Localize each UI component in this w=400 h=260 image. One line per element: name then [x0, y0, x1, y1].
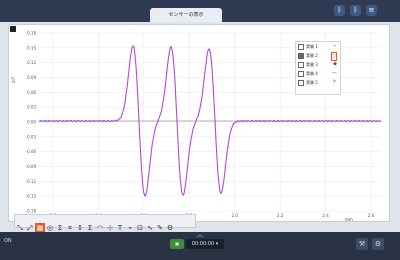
bluetooth-icon[interactable]: ᛒ [334, 5, 345, 16]
x-tick-label: 2.4 [322, 213, 329, 218]
settings-icon[interactable]: ⚙ [372, 238, 384, 250]
legend-checkbox[interactable] [298, 62, 304, 68]
legend-marker-icon: + [332, 43, 337, 49]
legend-checkbox[interactable] [298, 53, 304, 59]
legend-marker-icon: ◆ [333, 61, 337, 67]
y-tick-label: -0.06 [26, 149, 37, 154]
legend-label: 実験 4 [306, 71, 318, 76]
time-display[interactable]: 00:00:00 ▾ [186, 239, 224, 249]
legend-checkbox[interactable] [298, 80, 304, 86]
y-tick-labels: 0.18 0.15 0.12 0.09 0.06 0.03 0.00 -0.03 -0.06 -0… [26, 31, 37, 214]
legend-item[interactable]: 実験 5 ＊ [296, 78, 340, 87]
legend-label: 実験 5 [306, 80, 318, 85]
y-tick-label: 0.03 [27, 105, 36, 110]
y-tick-label: -0.03 [26, 134, 37, 139]
y-tick-label: -0.18 [26, 209, 37, 214]
y-tick-label: 0.15 [27, 45, 36, 50]
graph-toolbar: ⤡ ⤢ ▦ ◎ Σ ⌗ ↕ Σ ◠ ⊹ T ⌁ ⊡ ∿ ✎ ⚙ [14, 214, 196, 233]
y-tick-label: -0.12 [26, 179, 37, 184]
window-title-tab[interactable]: センサーの表示 [150, 8, 222, 22]
legend-item[interactable]: 実験 1 + [296, 42, 340, 51]
y-tick-label: 0.18 [27, 31, 36, 36]
y-tick-label: 0.09 [27, 75, 36, 80]
x-tick-label: 2.2 [277, 213, 284, 218]
y-tick-label: 0.00 [27, 120, 36, 125]
y-tick-label: 0.06 [27, 90, 36, 95]
top-bar: センサーの表示 ᛒ ᛒ ≡ [0, 0, 400, 22]
y-tick-label: -0.09 [26, 164, 37, 169]
graph-panel: mT mm 0.18 0.15 0.12 0.09 0.06 0.03 0.00 -0.03-… [8, 24, 390, 222]
tools-icon[interactable]: ⚒ [356, 238, 368, 250]
legend-checkbox[interactable] [298, 44, 304, 50]
y-tick-label: -0.15 [26, 194, 37, 199]
sensor-toggle[interactable]: ON [4, 238, 34, 250]
app-screen: センサーの表示 ᛒ ᛒ ≡ mT mm 0.18 0.15 0.12 0.09 0.06… [0, 0, 400, 260]
y-tick-label: 0.12 [27, 60, 36, 65]
x-tick-label: 2.6 [368, 213, 375, 218]
legend-marker-icon: ＊ [331, 79, 337, 85]
record-button[interactable]: ■ [170, 239, 184, 249]
legend-item[interactable]: 実験 3 ◆ [296, 60, 340, 69]
legend-marker-icon: — [332, 70, 337, 76]
legend-item[interactable]: 実験 2 ○ [296, 51, 340, 61]
menu-icon[interactable]: ≡ [366, 5, 377, 16]
legend-checkbox[interactable] [298, 71, 304, 77]
bluetooth-icon-2[interactable]: ᛒ [350, 5, 361, 16]
legend-label: 実験 3 [306, 62, 318, 67]
bottom-bar: ON ︿ ■ 00:00:00 ▾ ⚒ ⚙ [0, 232, 400, 260]
x-tick-label: 2.0 [232, 213, 239, 218]
sensor-toggle-label: ON [4, 238, 12, 244]
legend-label: 実験 1 [306, 44, 318, 49]
legend-label: 実験 2 [306, 53, 318, 58]
legend-item[interactable]: 実験 4 — [296, 69, 340, 78]
legend-panel: 実験 1 + 実験 2 ○ 実験 3 ◆ 実験 4 — 実験 5 ＊ [295, 41, 341, 95]
